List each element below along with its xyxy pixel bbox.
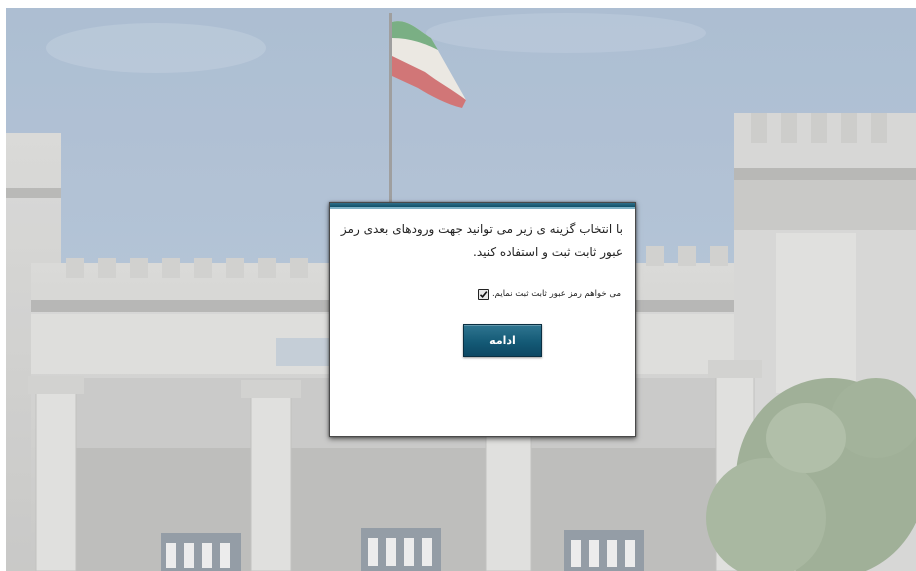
fixed-password-dialog: با انتخاب گزینه ی زیر می توانید جهت ورود… <box>329 202 636 437</box>
screen: با انتخاب گزینه ی زیر می توانید جهت ورود… <box>0 0 916 571</box>
fixed-password-checkbox-label: می خواهم رمز عبور ثابت ثبت نمایم. <box>491 289 621 299</box>
dialog-message: با انتخاب گزینه ی زیر می توانید جهت ورود… <box>340 222 623 259</box>
fixed-password-checkbox[interactable] <box>477 288 489 300</box>
checkmark-icon <box>479 290 488 298</box>
fixed-password-option[interactable]: می خواهم رمز عبور ثابت ثبت نمایم. <box>477 286 621 302</box>
continue-button[interactable]: ادامه <box>463 324 542 357</box>
dialog-header-accent <box>330 207 635 209</box>
